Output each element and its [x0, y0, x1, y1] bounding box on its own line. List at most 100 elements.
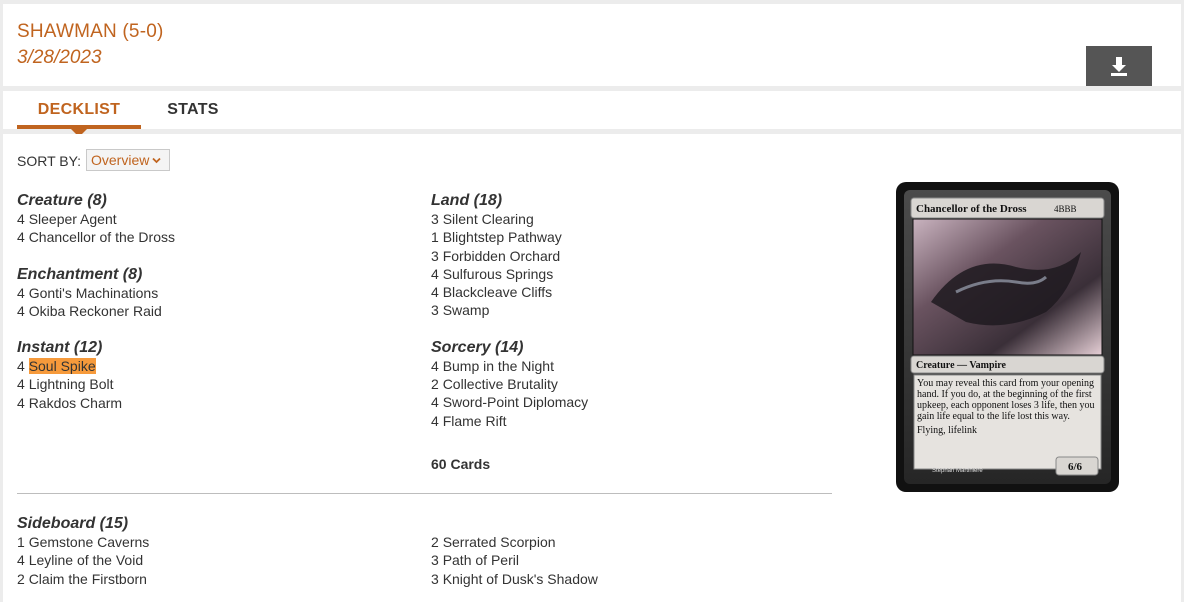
card-qty: 4 [431, 412, 439, 429]
card-line[interactable]: 2 Serrated Scorpion [431, 533, 598, 551]
sideboard-title: Sideboard (15) [17, 515, 129, 532]
card-preview-artist: Stephan Martiniere [932, 468, 983, 474]
category-enchantment: Enchantment (8) 4 Gonti's Machinations 4… [17, 265, 175, 321]
card-line[interactable]: 4 Gonti's Machinations [17, 284, 175, 302]
card-preview-name: Chancellor of the Dross [916, 203, 1027, 215]
card-qty: 4 [431, 265, 439, 282]
card-line[interactable]: 4 Leyline of the Void [17, 551, 149, 569]
card-qty: 2 [17, 570, 25, 587]
card-qty: 1 [431, 229, 439, 246]
card-line[interactable]: 4 Blackcleave Cliffs [431, 283, 588, 301]
card-preview-rules-box: You may reveal this card from your openi… [917, 378, 1095, 436]
card-qty: 2 [431, 376, 439, 393]
category-title: Land (18) [431, 192, 503, 209]
card-line[interactable]: 4 Sulfurous Springs [431, 265, 588, 283]
total-cards: 60 Cards [431, 456, 491, 472]
deck-header: SHAWMAN (5-0) 3/28/2023 [3, 4, 1181, 86]
download-icon [1111, 57, 1127, 76]
card-qty: 4 [17, 211, 25, 227]
card-line[interactable]: 4 Bump in the Night [431, 357, 588, 375]
card-preview-pt: 6/6 [1068, 461, 1083, 473]
card-line[interactable]: 4 Flame Rift [431, 412, 588, 430]
card-qty: 3 [431, 302, 439, 319]
decklist-panel: SORT BY: Overview Creature (8) 4 Sleeper… [3, 134, 1181, 602]
card-line[interactable]: 3 Knight of Dusk's Shadow [431, 570, 598, 588]
tab-decklist[interactable]: DECKLIST [17, 91, 141, 129]
card-preview-type: Creature — Vampire [916, 360, 1007, 371]
deck-title: SHAWMAN (5-0) [17, 21, 164, 42]
card-line[interactable]: 3 Swamp [431, 301, 588, 319]
card-name: Chancellor of the Dross [28, 229, 175, 246]
category-title: Enchantment (8) [17, 265, 143, 283]
card-qty: 4 [431, 394, 439, 411]
card-name: Blackcleave Cliffs [442, 284, 553, 301]
card-name: Serrated Scorpion [442, 534, 556, 550]
category-title: Instant (12) [17, 339, 103, 357]
card-qty: 2 [431, 534, 439, 550]
card-qty: 4 [17, 358, 25, 375]
card-qty: 3 [431, 570, 439, 587]
card-preview-rules: You may reveal this card from your openi… [917, 378, 1095, 422]
card-name: Sword-Point Diplomacy [442, 394, 589, 411]
card-name: Sulfurous Springs [442, 265, 554, 282]
card-name: Sleeper Agent [28, 211, 117, 227]
card-line[interactable]: 2 Collective Brutality [431, 375, 588, 393]
card-line[interactable]: 3 Path of Peril [431, 551, 598, 569]
card-preview-art: Chancellor of the Dross 4BBB Creature — … [904, 190, 1111, 484]
card-qty: 4 [431, 357, 439, 374]
card-preview-keywords: Flying, lifelink [917, 425, 977, 436]
sideboard-column-left: Sideboard (15) 1 Gemstone Caverns 4 Leyl… [17, 514, 149, 588]
sideboard-divider [17, 493, 832, 494]
card-name: Soul Spike [28, 358, 96, 375]
category-title: Sorcery (14) [431, 338, 524, 356]
category-sorcery: Sorcery (14) 4 Bump in the Night 2 Colle… [431, 338, 588, 430]
card-name: Bump in the Night [442, 357, 554, 374]
card-name: Silent Clearing [442, 211, 534, 227]
card-line[interactable]: 4 Sword-Point Diplomacy [431, 393, 588, 411]
card-name: Lightning Bolt [28, 376, 114, 393]
card-qty: 3 [431, 211, 439, 227]
download-button[interactable] [1086, 46, 1152, 86]
card-qty: 3 [431, 247, 439, 264]
category-instant: Instant (12) 4 Soul Spike 4 Lightning Bo… [17, 338, 175, 412]
card-line[interactable]: 4 Okiba Reckoner Raid [17, 302, 175, 320]
card-name: Leyline of the Void [28, 552, 144, 569]
card-qty: 4 [431, 284, 439, 301]
card-name: Gemstone Caverns [28, 534, 150, 550]
card-line[interactable]: 4 Sleeper Agent [17, 210, 175, 228]
card-preview-image: Chancellor of the Dross 4BBB Creature — … [896, 182, 1119, 492]
tab-stats[interactable]: STATS [153, 91, 233, 129]
card-name: Forbidden Orchard [442, 247, 561, 264]
card-line[interactable]: 4 Lightning Bolt [17, 375, 175, 393]
category-creature: Creature (8) 4 Sleeper Agent 4 Chancello… [17, 191, 175, 247]
card-name: Blightstep Pathway [442, 229, 562, 246]
card-qty: 4 [17, 552, 25, 569]
card-name: Collective Brutality [442, 376, 558, 393]
category-title: Creature (8) [17, 192, 107, 209]
card-qty: 4 [17, 284, 25, 301]
category-land: Land (18) 3 Silent Clearing 1 Blightstep… [431, 191, 588, 320]
chevron-down-icon [152, 157, 161, 163]
card-line[interactable]: 2 Claim the Firstborn [17, 570, 149, 588]
card-name: Swamp [442, 302, 490, 319]
card-qty: 4 [17, 394, 25, 411]
card-line[interactable]: 4 Chancellor of the Dross [17, 228, 175, 246]
card-line[interactable]: 3 Silent Clearing [431, 210, 588, 228]
deck-column-right: Land (18) 3 Silent Clearing 1 Blightstep… [431, 191, 588, 430]
card-line[interactable]: 4 Rakdos Charm [17, 394, 175, 412]
deck-column-left: Creature (8) 4 Sleeper Agent 4 Chancello… [17, 191, 175, 412]
card-name: Path of Peril [442, 552, 519, 569]
card-line[interactable]: 3 Forbidden Orchard [431, 247, 588, 265]
card-line-hovered[interactable]: 4 Soul Spike [17, 357, 175, 375]
card-name: Rakdos Charm [28, 394, 123, 411]
sort-select[interactable]: Overview [86, 149, 170, 171]
card-qty: 4 [17, 302, 25, 319]
sideboard-column-right: 2 Serrated Scorpion 3 Path of Peril 3 Kn… [431, 533, 598, 588]
card-qty: 1 [17, 534, 25, 550]
card-line[interactable]: 1 Gemstone Caverns [17, 533, 149, 551]
card-qty: 3 [431, 552, 439, 569]
card-name: Flame Rift [442, 412, 507, 429]
card-line[interactable]: 1 Blightstep Pathway [431, 228, 588, 246]
sort-select-value: Overview [91, 152, 150, 168]
card-qty: 4 [17, 376, 25, 393]
